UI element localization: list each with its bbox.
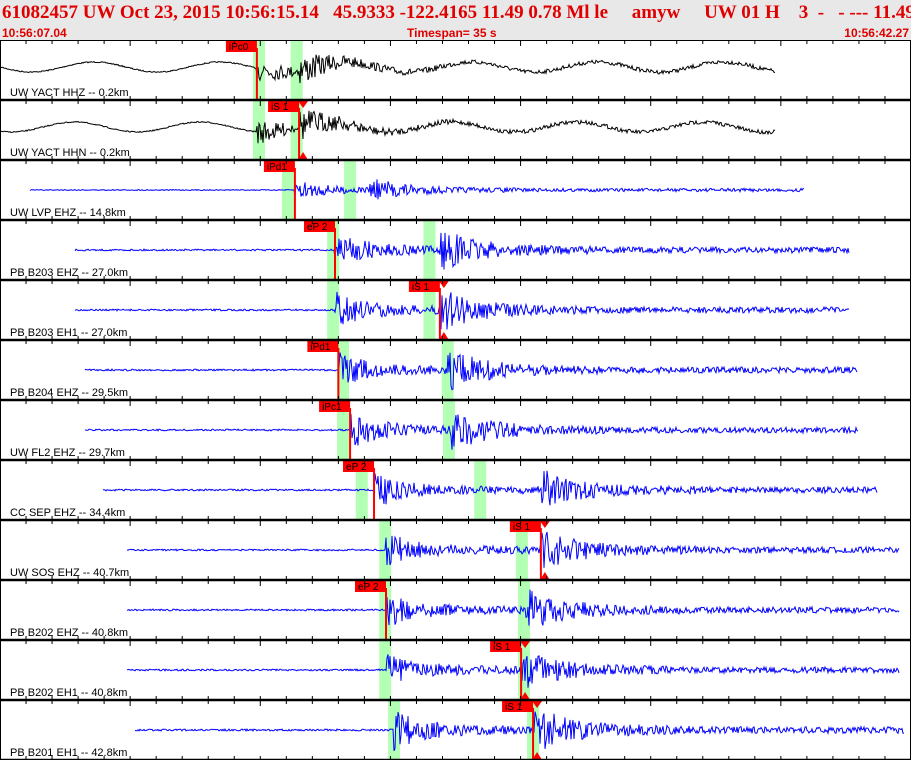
pick-label: iS 1 [493, 642, 511, 653]
trace-row[interactable]: iPd1 PB B204 EHZ -- 29.5km [10, 341, 858, 400]
pick-label: iS 1 [513, 522, 531, 533]
trace-row[interactable]: iPd1 UW LVP EHZ -- 14.8km [10, 161, 805, 220]
start-time: 10:56:07.04 [2, 26, 67, 40]
pick-label: iPd1 [310, 342, 330, 353]
waveform [84, 352, 858, 391]
trace-row[interactable]: iPc1 UW FL2 EHZ -- 29.7km [10, 401, 859, 460]
trace-row[interactable]: iS 1 UW SOS EHZ -- 40.7km [10, 521, 900, 580]
pick-label: eP 2 [307, 222, 328, 233]
station-label: PB B202 EH1 -- 40.8km [10, 687, 127, 699]
station-label: UW YACT HHN -- 0.2km [10, 147, 130, 159]
waveform [134, 711, 905, 752]
pick-label: eP 2 [358, 582, 379, 593]
waveform [84, 414, 859, 450]
trace-row[interactable]: iS 1 PB B202 EH1 -- 40.8km [10, 641, 900, 700]
station-label: PB B201 EH1 -- 42.8km [10, 747, 127, 759]
end-time: 10:56:42.27 [844, 26, 909, 40]
waveform [0, 54, 776, 84]
trace-row[interactable]: iS 1PB B201 EH1 -- 42.8km [10, 701, 905, 760]
seismogram-panel[interactable]: iPc0UW YACT HHZ -- 0.2kmiS 1UW YACT HHN … [0, 40, 911, 760]
trace-row[interactable]: eP 2 PB B203 EHZ -- 27.0km [10, 221, 850, 280]
station-label: PB B203 EHZ -- 27.0km [10, 267, 128, 279]
station-label: UW YACT HHZ -- 0.2km [10, 87, 129, 99]
event-summary: 61082457 UW Oct 23, 2015 10:56:15.14 45.… [2, 2, 911, 23]
timespan: Timespan= 35 s [407, 26, 497, 40]
station-label: CC SEP EHZ -- 34.4km [10, 507, 125, 519]
pick-label: iS 1 [412, 282, 430, 293]
event-header: 61082457 UW Oct 23, 2015 10:56:15.14 45.… [0, 0, 911, 40]
waveform [126, 589, 900, 626]
station-label: UW FL2 EHZ -- 29.7km [10, 447, 125, 459]
station-label: PB B203 EH1 -- 27.0km [10, 327, 127, 339]
station-label: UW LVP EHZ -- 14.8km [10, 207, 126, 219]
waveform [29, 179, 805, 200]
trace-row[interactable]: iS 1 PB B203 EH1 -- 27.0km [10, 281, 850, 340]
pick-label: iPc0 [229, 42, 249, 53]
waveform [127, 654, 900, 688]
pick-label: iPd1 [267, 162, 287, 173]
trace-row[interactable]: iPc0 UW YACT HHZ -- 0.2km [0, 41, 776, 100]
pick-label: eP 2 [346, 462, 367, 473]
station-label: PB B202 EHZ -- 40.8km [10, 627, 128, 639]
waveform [74, 291, 850, 330]
trace-row[interactable]: eP 2 PB B202 EHZ -- 40.8km [10, 581, 900, 640]
trace-row[interactable]: iS 1UW YACT HHN -- 0.2km [0, 101, 776, 160]
station-label: UW SOS EHZ -- 40.7km [10, 567, 129, 579]
trace-row[interactable]: eP 2 CC SEP EHZ -- 34.4km [10, 461, 878, 520]
waveform [0, 110, 776, 144]
pick-label: iPc1 [322, 402, 342, 413]
pick-window [379, 641, 392, 700]
pick-marker-top-icon [539, 521, 550, 528]
waveform [102, 470, 878, 506]
station-label: PB B204 EHZ -- 29.5km [10, 387, 128, 399]
pick-marker-top-icon [438, 281, 449, 288]
pick-window [388, 701, 401, 760]
waveform [74, 232, 850, 270]
waveform [126, 531, 900, 568]
